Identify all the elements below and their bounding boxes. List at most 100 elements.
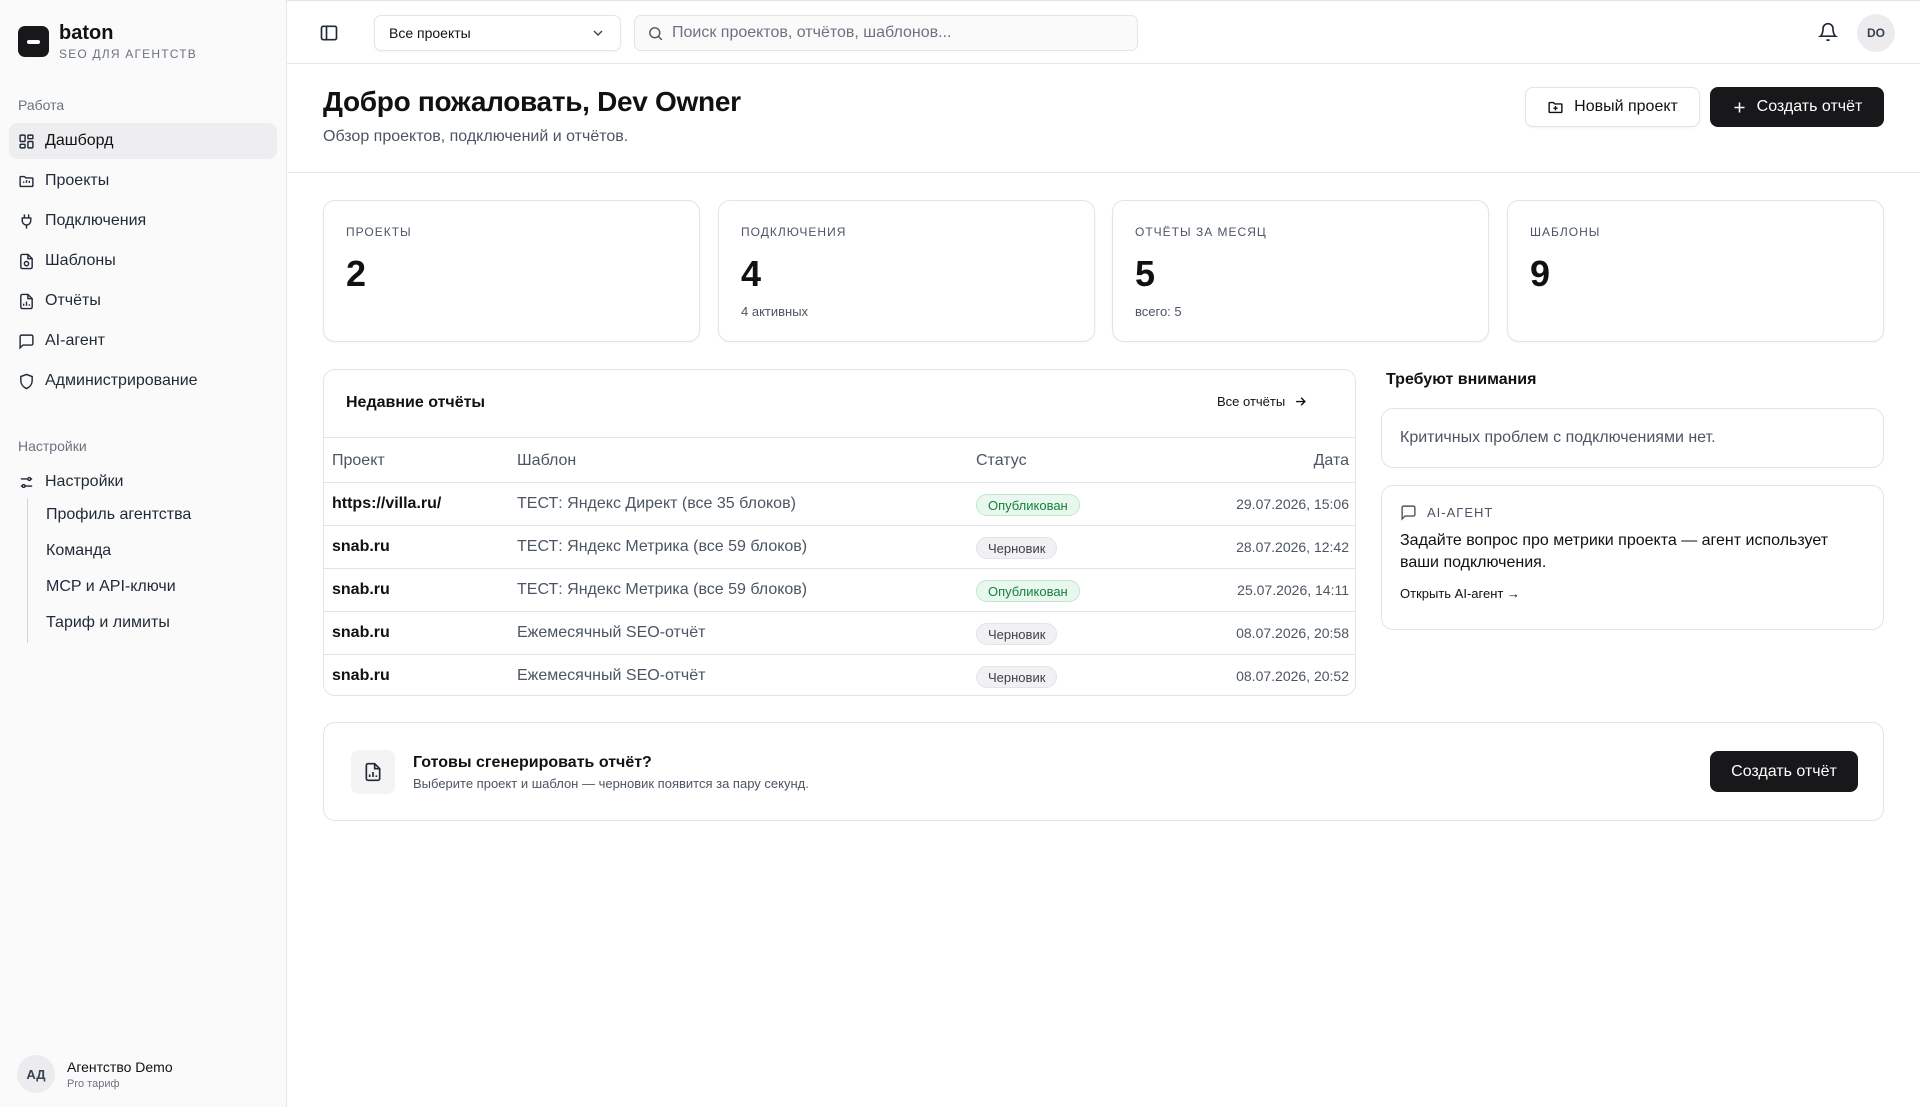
plug-icon bbox=[21, 213, 32, 229]
new-project-button[interactable]: Новый проект bbox=[1525, 87, 1700, 127]
account-switcher[interactable]: АД Агентство Demo Pro тариф bbox=[17, 1055, 173, 1093]
cell-template: ТЕСТ: Яндекс Метрика (все 59 блоков) bbox=[517, 538, 808, 555]
sidebar-item-templates[interactable]: Шаблоны bbox=[9, 243, 277, 279]
stat-label: ПОДКЛЮЧЕНИЯ bbox=[741, 225, 847, 239]
stat-card-reports-month[interactable]: ОТЧЁТЫ ЗА МЕСЯЦ 5 всего: 5 bbox=[1112, 200, 1489, 342]
ai-agent-label: AI-АГЕНТ bbox=[1400, 504, 1493, 521]
cell-date: 08.07.2026, 20:52 bbox=[1236, 668, 1349, 684]
stat-card-templates[interactable]: ШАБЛОНЫ 9 bbox=[1507, 200, 1884, 342]
submenu-item-plan[interactable]: Тариф и лимиты bbox=[46, 614, 170, 632]
topbar: Все проекты DO bbox=[287, 0, 1920, 64]
status-badge: Черновик bbox=[976, 666, 1058, 688]
cta-create-report-button[interactable]: Создать отчёт bbox=[1710, 751, 1858, 792]
sidebar-toggle-icon[interactable] bbox=[319, 23, 339, 43]
logo-icon bbox=[18, 26, 49, 57]
stat-value: 9 bbox=[1530, 253, 1551, 294]
chevron-down-icon bbox=[593, 30, 603, 36]
table-row[interactable]: snab.ru ТЕСТ: Яндекс Метрика (все 59 блок… bbox=[324, 569, 1355, 612]
column-header-template: Шаблон bbox=[517, 452, 577, 469]
stat-card-projects[interactable]: ПРОЕКТЫ 2 bbox=[323, 200, 700, 342]
brand-subtitle: SEO ДЛЯ АГЕНТСТВ bbox=[59, 47, 197, 61]
status-badge: Черновик bbox=[976, 537, 1058, 559]
open-ai-agent-link[interactable]: Открыть AI-агент → bbox=[1400, 586, 1520, 601]
stat-value: 2 bbox=[346, 253, 367, 294]
cell-date: 08.07.2026, 20:58 bbox=[1236, 625, 1349, 641]
generate-report-cta: Готовы сгенерировать отчёт? Выберите про… bbox=[323, 722, 1884, 821]
recent-reports-title: Недавние отчёты bbox=[346, 394, 486, 411]
ai-agent-card: AI-АГЕНТ Задайте вопрос про метрики прое… bbox=[1381, 485, 1884, 630]
sidebar-item-ai-agent[interactable]: AI-агент bbox=[9, 323, 277, 359]
sidebar-item-label: Дашборд bbox=[45, 132, 114, 149]
create-report-label: Создать отчёт bbox=[1756, 98, 1863, 115]
table-row[interactable]: snab.ru Ежемесячный SEO-отчёт Черновик 08.0… bbox=[324, 612, 1355, 655]
all-reports-link[interactable]: Все отчёты bbox=[1217, 394, 1308, 409]
cell-template: Ежемесячный SEO-отчёт bbox=[517, 667, 706, 684]
all-reports-label: Все отчёты bbox=[1217, 394, 1286, 409]
chat-icon bbox=[19, 333, 34, 350]
attention-card: Критичных проблем с подключениями нет. bbox=[1381, 408, 1884, 468]
project-select[interactable]: Все проекты bbox=[374, 15, 621, 51]
folder-icon bbox=[19, 175, 34, 187]
dashboard-icon bbox=[19, 133, 34, 149]
stat-value: 4 bbox=[741, 253, 762, 294]
stat-card-connections[interactable]: ПОДКЛЮЧЕНИЯ 4 4 активных bbox=[718, 200, 1095, 342]
table-row[interactable]: https://villa.ru/ТЕСТ: Яндекс Директ (вс… bbox=[324, 483, 1355, 526]
shield-icon bbox=[20, 373, 33, 389]
sidebar-item-label: Администрирование bbox=[45, 372, 198, 389]
cell-project: snab.ru bbox=[332, 581, 390, 598]
cell-date: 25.07.2026, 14:11 bbox=[1237, 582, 1349, 598]
page-subtitle: Обзор проектов, подключений и отчётов. bbox=[323, 128, 629, 145]
report-icon bbox=[351, 750, 395, 794]
avatar: АД bbox=[17, 1055, 55, 1093]
cta-subtitle: Выберите проект и шаблон — черновик появ… bbox=[413, 776, 809, 791]
brand[interactable]: baton SEO ДЛЯ АГЕНТСТВ bbox=[18, 22, 197, 61]
cell-date: 28.07.2026, 12:42 bbox=[1236, 539, 1349, 555]
bell-icon[interactable] bbox=[1818, 22, 1838, 42]
user-avatar[interactable]: DO bbox=[1857, 14, 1895, 52]
sidebar-item-admin[interactable]: Администрирование bbox=[9, 363, 277, 399]
column-header-project: Проект bbox=[332, 452, 385, 469]
nav-section-settings: Настройки bbox=[18, 438, 87, 454]
search-icon bbox=[649, 26, 663, 40]
table-row[interactable]: snab.ru Ежемесячный SEO-отчёт Черновик 08.0… bbox=[324, 655, 1355, 695]
search-input[interactable] bbox=[672, 24, 1112, 42]
cell-template: ТЕСТ: Яндекс Метрика (все 59 блоков) bbox=[517, 581, 808, 598]
submenu-item-api-keys[interactable]: MCP и API-ключи bbox=[46, 578, 176, 596]
account-plan: Pro тариф bbox=[67, 1077, 120, 1090]
sidebar-item-projects[interactable]: Проекты bbox=[9, 163, 277, 199]
cta-title: Готовы сгенерировать отчёт? bbox=[413, 754, 652, 771]
sidebar: baton SEO ДЛЯ АГЕНТСТВ Работа Дашборд Пр… bbox=[0, 0, 287, 1107]
sidebar-item-settings[interactable]: Настройки bbox=[9, 464, 277, 500]
cell-project: https://villa.ru/ bbox=[332, 495, 442, 512]
status-badge: Черновик bbox=[976, 623, 1058, 645]
stat-note: 4 активных bbox=[741, 304, 809, 319]
table-header: Проект Шаблон Статус Дата bbox=[324, 437, 1355, 483]
ai-agent-description: Задайте вопрос про метрики проекта — аге… bbox=[1400, 532, 1829, 571]
sidebar-item-reports[interactable]: Отчёты bbox=[9, 283, 277, 319]
column-header-date: Дата bbox=[1313, 452, 1349, 469]
stat-label: ПРОЕКТЫ bbox=[346, 225, 412, 239]
folder-plus-icon bbox=[1548, 101, 1563, 113]
sidebar-item-label: Проекты bbox=[45, 172, 110, 189]
stat-label: ШАБЛОНЫ bbox=[1530, 225, 1601, 239]
stat-value: 5 bbox=[1135, 253, 1156, 294]
arrow-right-icon bbox=[1296, 397, 1307, 406]
sidebar-item-label: Подключения bbox=[45, 212, 147, 229]
sidebar-item-dashboard[interactable]: Дашборд bbox=[9, 123, 277, 159]
cell-project: snab.ru bbox=[332, 624, 390, 641]
recent-reports-card: Недавние отчёты Все отчёты Проект Шаблон… bbox=[323, 369, 1356, 696]
sidebar-item-label: Отчёты bbox=[45, 292, 101, 309]
create-report-button[interactable]: Создать отчёт bbox=[1710, 87, 1884, 127]
stat-label: ОТЧЁТЫ ЗА МЕСЯЦ bbox=[1135, 225, 1267, 239]
ai-agent-label-text: AI-АГЕНТ bbox=[1427, 505, 1494, 520]
submenu-item-agency-profile[interactable]: Профиль агентства bbox=[46, 506, 191, 524]
account-name: Агентство Demo bbox=[67, 1058, 173, 1075]
sidebar-item-connections[interactable]: Подключения bbox=[9, 203, 277, 239]
submenu-item-team[interactable]: Команда bbox=[46, 542, 111, 560]
stat-note: всего: 5 bbox=[1135, 304, 1182, 319]
table-row[interactable]: snab.ru ТЕСТ: Яндекс Метрика (все 59 блок… bbox=[324, 526, 1355, 569]
cell-template: Ежемесячный SEO-отчёт bbox=[517, 624, 706, 641]
sidebar-item-label: Шаблоны bbox=[45, 252, 116, 269]
project-select-value: Все проекты bbox=[389, 25, 471, 41]
report-icon bbox=[20, 293, 33, 309]
